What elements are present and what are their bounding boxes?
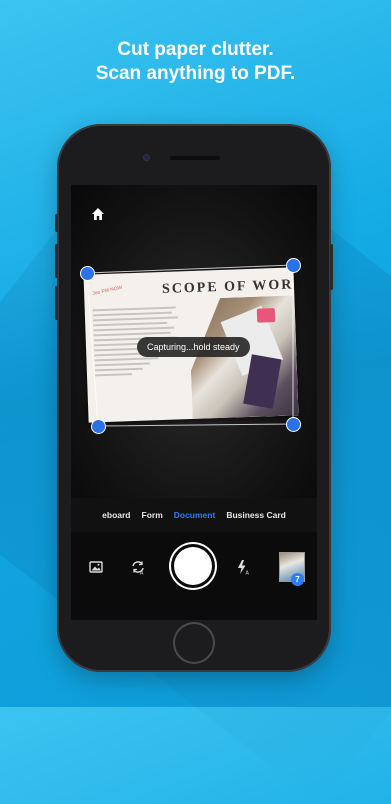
crop-handle-top-left[interactable]: [80, 266, 95, 281]
volume-down-button: [55, 286, 58, 320]
capturing-status-toast: Capturing...hold steady: [137, 337, 250, 357]
camera-controls: A A 7: [71, 532, 317, 620]
mode-whiteboard[interactable]: eboard: [102, 510, 130, 520]
crop-handle-bottom-right[interactable]: [286, 417, 301, 432]
mode-document[interactable]: Document: [174, 510, 216, 520]
flash-auto-icon[interactable]: A: [234, 558, 252, 576]
headline-line-2: Scan anything to PDF.: [95, 63, 296, 84]
app-screen: Joe PM NOW SCOPE OF WORK Capturing...hol…: [71, 185, 317, 620]
earpiece-speaker: [170, 156, 220, 160]
front-camera: [143, 154, 150, 161]
svg-text:A: A: [246, 571, 250, 577]
scan-count-badge: 7: [291, 573, 304, 586]
phone-home-button[interactable]: [173, 622, 215, 664]
crop-handle-bottom-left[interactable]: [91, 419, 106, 434]
crop-handle-top-right[interactable]: [286, 258, 301, 273]
camera-viewfinder: Joe PM NOW SCOPE OF WORK Capturing...hol…: [71, 185, 317, 498]
power-button: [330, 244, 333, 290]
volume-up-button: [55, 244, 58, 278]
auto-capture-icon[interactable]: A: [129, 558, 147, 576]
shutter-button[interactable]: [174, 547, 212, 585]
mode-business-card[interactable]: Business Card: [226, 510, 286, 520]
svg-text:A: A: [140, 571, 144, 577]
phone-frame: Joe PM NOW SCOPE OF WORK Capturing...hol…: [55, 124, 333, 672]
scan-mode-selector: eboard Form Document Business Card: [71, 498, 317, 532]
mute-switch: [55, 214, 58, 232]
headline: Cut paper clutter. Scan anything to PDF.: [0, 38, 391, 86]
mode-form[interactable]: Form: [142, 510, 163, 520]
headline-line-1: Cut paper clutter.: [117, 39, 274, 60]
photo-library-icon[interactable]: [87, 558, 105, 576]
